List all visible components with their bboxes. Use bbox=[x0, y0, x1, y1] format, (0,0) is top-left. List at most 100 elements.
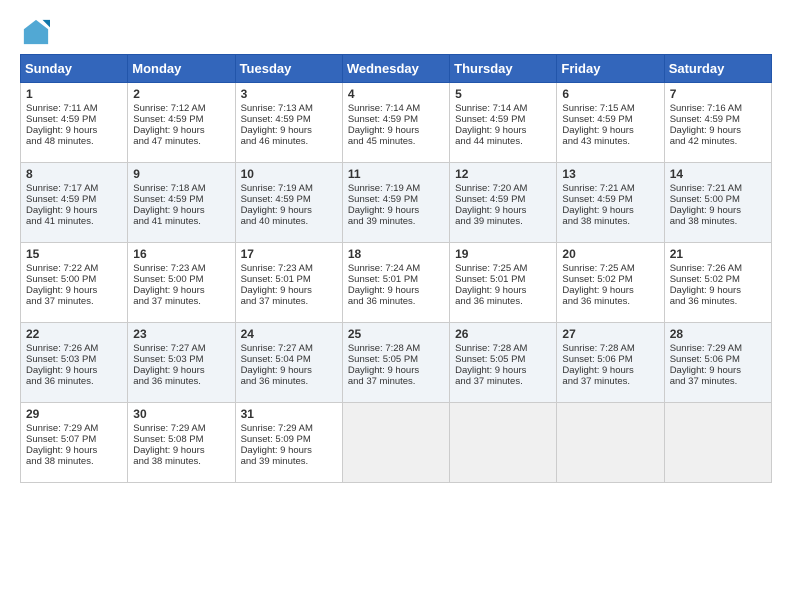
empty-cell bbox=[342, 403, 449, 483]
day-info-line: Sunrise: 7:14 AM bbox=[348, 103, 444, 114]
day-info-line: Sunset: 4:59 PM bbox=[26, 114, 122, 125]
day-info-line: Sunset: 4:59 PM bbox=[562, 114, 658, 125]
day-info-line: Sunset: 5:09 PM bbox=[241, 434, 337, 445]
day-info-line: Daylight: 9 hours bbox=[26, 365, 122, 376]
day-info-line: Sunset: 4:59 PM bbox=[241, 194, 337, 205]
day-number: 8 bbox=[26, 167, 122, 181]
day-cell-11: 11Sunrise: 7:19 AMSunset: 4:59 PMDayligh… bbox=[342, 163, 449, 243]
day-info-line: and 36 minutes. bbox=[348, 296, 444, 307]
day-number: 26 bbox=[455, 327, 551, 341]
day-info-line: and 36 minutes. bbox=[562, 296, 658, 307]
day-info-line: and 37 minutes. bbox=[562, 376, 658, 387]
week-row-1: 1Sunrise: 7:11 AMSunset: 4:59 PMDaylight… bbox=[21, 83, 772, 163]
day-info-line: and 37 minutes. bbox=[348, 376, 444, 387]
day-info-line: Daylight: 9 hours bbox=[241, 125, 337, 136]
day-cell-18: 18Sunrise: 7:24 AMSunset: 5:01 PMDayligh… bbox=[342, 243, 449, 323]
day-info-line: Daylight: 9 hours bbox=[133, 445, 229, 456]
day-info-line: and 37 minutes. bbox=[455, 376, 551, 387]
day-info-line: Daylight: 9 hours bbox=[562, 365, 658, 376]
day-cell-26: 26Sunrise: 7:28 AMSunset: 5:05 PMDayligh… bbox=[450, 323, 557, 403]
day-number: 30 bbox=[133, 407, 229, 421]
day-info-line: Daylight: 9 hours bbox=[241, 445, 337, 456]
week-row-4: 22Sunrise: 7:26 AMSunset: 5:03 PMDayligh… bbox=[21, 323, 772, 403]
day-number: 3 bbox=[241, 87, 337, 101]
day-cell-30: 30Sunrise: 7:29 AMSunset: 5:08 PMDayligh… bbox=[128, 403, 235, 483]
day-info-line: and 38 minutes. bbox=[26, 456, 122, 467]
day-info-line: Daylight: 9 hours bbox=[455, 125, 551, 136]
day-info-line: Sunset: 5:01 PM bbox=[241, 274, 337, 285]
day-number: 20 bbox=[562, 247, 658, 261]
day-info-line: and 37 minutes. bbox=[241, 296, 337, 307]
day-number: 4 bbox=[348, 87, 444, 101]
day-info-line: and 37 minutes. bbox=[26, 296, 122, 307]
week-row-2: 8Sunrise: 7:17 AMSunset: 4:59 PMDaylight… bbox=[21, 163, 772, 243]
day-cell-8: 8Sunrise: 7:17 AMSunset: 4:59 PMDaylight… bbox=[21, 163, 128, 243]
day-info-line: Daylight: 9 hours bbox=[26, 205, 122, 216]
day-cell-27: 27Sunrise: 7:28 AMSunset: 5:06 PMDayligh… bbox=[557, 323, 664, 403]
day-info-line: Daylight: 9 hours bbox=[241, 365, 337, 376]
day-info-line: and 37 minutes. bbox=[133, 296, 229, 307]
day-info-line: Daylight: 9 hours bbox=[670, 365, 766, 376]
day-info-line: Sunset: 4:59 PM bbox=[26, 194, 122, 205]
day-info-line: Sunset: 5:04 PM bbox=[241, 354, 337, 365]
day-info-line: and 46 minutes. bbox=[241, 136, 337, 147]
header-row bbox=[20, 18, 772, 46]
day-info-line: and 39 minutes. bbox=[455, 216, 551, 227]
day-cell-19: 19Sunrise: 7:25 AMSunset: 5:01 PMDayligh… bbox=[450, 243, 557, 323]
day-info-line: Daylight: 9 hours bbox=[133, 285, 229, 296]
day-cell-6: 6Sunrise: 7:15 AMSunset: 4:59 PMDaylight… bbox=[557, 83, 664, 163]
day-cell-28: 28Sunrise: 7:29 AMSunset: 5:06 PMDayligh… bbox=[664, 323, 771, 403]
day-cell-24: 24Sunrise: 7:27 AMSunset: 5:04 PMDayligh… bbox=[235, 323, 342, 403]
day-cell-21: 21Sunrise: 7:26 AMSunset: 5:02 PMDayligh… bbox=[664, 243, 771, 323]
day-info-line: Sunset: 5:01 PM bbox=[455, 274, 551, 285]
day-number: 17 bbox=[241, 247, 337, 261]
day-info-line: and 41 minutes. bbox=[26, 216, 122, 227]
day-info-line: Daylight: 9 hours bbox=[26, 285, 122, 296]
day-info-line: Sunrise: 7:11 AM bbox=[26, 103, 122, 114]
day-info-line: Sunset: 5:08 PM bbox=[133, 434, 229, 445]
day-info-line: and 44 minutes. bbox=[455, 136, 551, 147]
week-row-5: 29Sunrise: 7:29 AMSunset: 5:07 PMDayligh… bbox=[21, 403, 772, 483]
day-info-line: Sunrise: 7:22 AM bbox=[26, 263, 122, 274]
day-number: 28 bbox=[670, 327, 766, 341]
logo bbox=[20, 18, 46, 46]
day-info-line: Sunrise: 7:23 AM bbox=[133, 263, 229, 274]
day-number: 15 bbox=[26, 247, 122, 261]
day-cell-2: 2Sunrise: 7:12 AMSunset: 4:59 PMDaylight… bbox=[128, 83, 235, 163]
day-info-line: and 42 minutes. bbox=[670, 136, 766, 147]
col-header-tuesday: Tuesday bbox=[235, 55, 342, 83]
calendar-table: SundayMondayTuesdayWednesdayThursdayFrid… bbox=[20, 54, 772, 483]
col-header-sunday: Sunday bbox=[21, 55, 128, 83]
day-cell-3: 3Sunrise: 7:13 AMSunset: 4:59 PMDaylight… bbox=[235, 83, 342, 163]
day-info-line: Sunset: 5:00 PM bbox=[670, 194, 766, 205]
day-info-line: Sunrise: 7:29 AM bbox=[241, 423, 337, 434]
day-info-line: Daylight: 9 hours bbox=[670, 205, 766, 216]
empty-cell bbox=[557, 403, 664, 483]
day-number: 23 bbox=[133, 327, 229, 341]
day-info-line: Sunrise: 7:15 AM bbox=[562, 103, 658, 114]
day-info-line: Sunrise: 7:26 AM bbox=[670, 263, 766, 274]
empty-cell bbox=[664, 403, 771, 483]
day-info-line: Sunrise: 7:28 AM bbox=[562, 343, 658, 354]
day-info-line: Sunset: 4:59 PM bbox=[348, 194, 444, 205]
day-info-line: Daylight: 9 hours bbox=[26, 125, 122, 136]
day-info-line: Sunset: 5:06 PM bbox=[562, 354, 658, 365]
day-info-line: Daylight: 9 hours bbox=[455, 365, 551, 376]
day-info-line: Sunrise: 7:29 AM bbox=[670, 343, 766, 354]
day-number: 13 bbox=[562, 167, 658, 181]
day-cell-15: 15Sunrise: 7:22 AMSunset: 5:00 PMDayligh… bbox=[21, 243, 128, 323]
day-info-line: Sunrise: 7:19 AM bbox=[241, 183, 337, 194]
day-cell-14: 14Sunrise: 7:21 AMSunset: 5:00 PMDayligh… bbox=[664, 163, 771, 243]
day-number: 31 bbox=[241, 407, 337, 421]
empty-cell bbox=[450, 403, 557, 483]
day-cell-1: 1Sunrise: 7:11 AMSunset: 4:59 PMDaylight… bbox=[21, 83, 128, 163]
day-cell-7: 7Sunrise: 7:16 AMSunset: 4:59 PMDaylight… bbox=[664, 83, 771, 163]
day-info-line: Daylight: 9 hours bbox=[562, 205, 658, 216]
day-info-line: Sunrise: 7:14 AM bbox=[455, 103, 551, 114]
day-info-line: Sunset: 5:03 PM bbox=[26, 354, 122, 365]
day-cell-20: 20Sunrise: 7:25 AMSunset: 5:02 PMDayligh… bbox=[557, 243, 664, 323]
day-cell-17: 17Sunrise: 7:23 AMSunset: 5:01 PMDayligh… bbox=[235, 243, 342, 323]
day-info-line: and 38 minutes. bbox=[133, 456, 229, 467]
day-info-line: Sunrise: 7:27 AM bbox=[133, 343, 229, 354]
day-info-line: Sunset: 5:01 PM bbox=[348, 274, 444, 285]
